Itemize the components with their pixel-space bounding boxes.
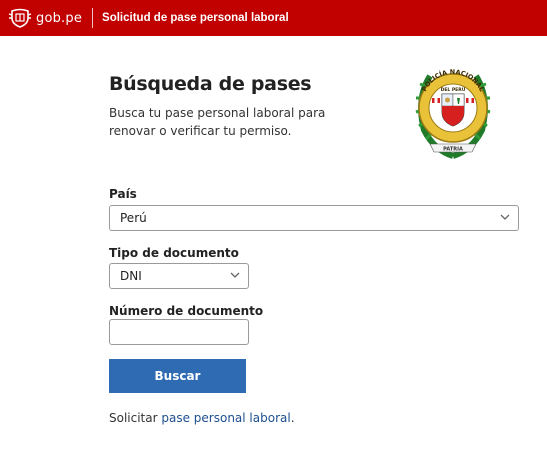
doc-type-select-value: DNI <box>120 269 142 283</box>
emblem-ribbon-text: PATRIA <box>443 147 463 153</box>
country-label: País <box>109 187 137 201</box>
chevron-down-icon <box>230 272 240 278</box>
country-select[interactable]: Perú <box>109 205 519 231</box>
gob-pe-text: gob.pe <box>36 10 83 26</box>
doc-type-select[interactable]: DNI <box>109 263 249 289</box>
request-pass-suffix: . <box>290 411 295 425</box>
app-title: Solicitud de pase personal laboral <box>102 12 289 24</box>
page-description: Busca tu pase personal laboral para reno… <box>109 106 326 138</box>
doc-type-label: Tipo de documento <box>109 246 239 260</box>
gob-pe-logo[interactable]: gob.pe <box>8 8 82 28</box>
header-separator <box>92 8 94 28</box>
peru-shield-icon <box>8 8 32 28</box>
country-select-value: Perú <box>120 211 147 225</box>
policia-nacional-emblem-icon: POLICÍA NACIONAL DEL PERÚ PATRIA <box>415 68 491 159</box>
doc-number-label: Número de documento <box>109 304 264 318</box>
chevron-down-icon <box>500 214 510 220</box>
request-pass-link[interactable]: pase personal laboral <box>161 411 290 425</box>
emblem-mid-text: DEL PERÚ <box>441 86 466 93</box>
doc-number-input[interactable] <box>109 319 249 345</box>
request-pass-prefix: Solicitar <box>109 411 162 425</box>
page-title: Búsqueda de pases <box>109 73 312 95</box>
request-pass-text: Solicitar pase personal laboral. <box>109 411 295 425</box>
search-button[interactable]: Buscar <box>109 359 246 393</box>
top-bar: gob.pe Solicitud de pase personal labora… <box>0 0 547 36</box>
